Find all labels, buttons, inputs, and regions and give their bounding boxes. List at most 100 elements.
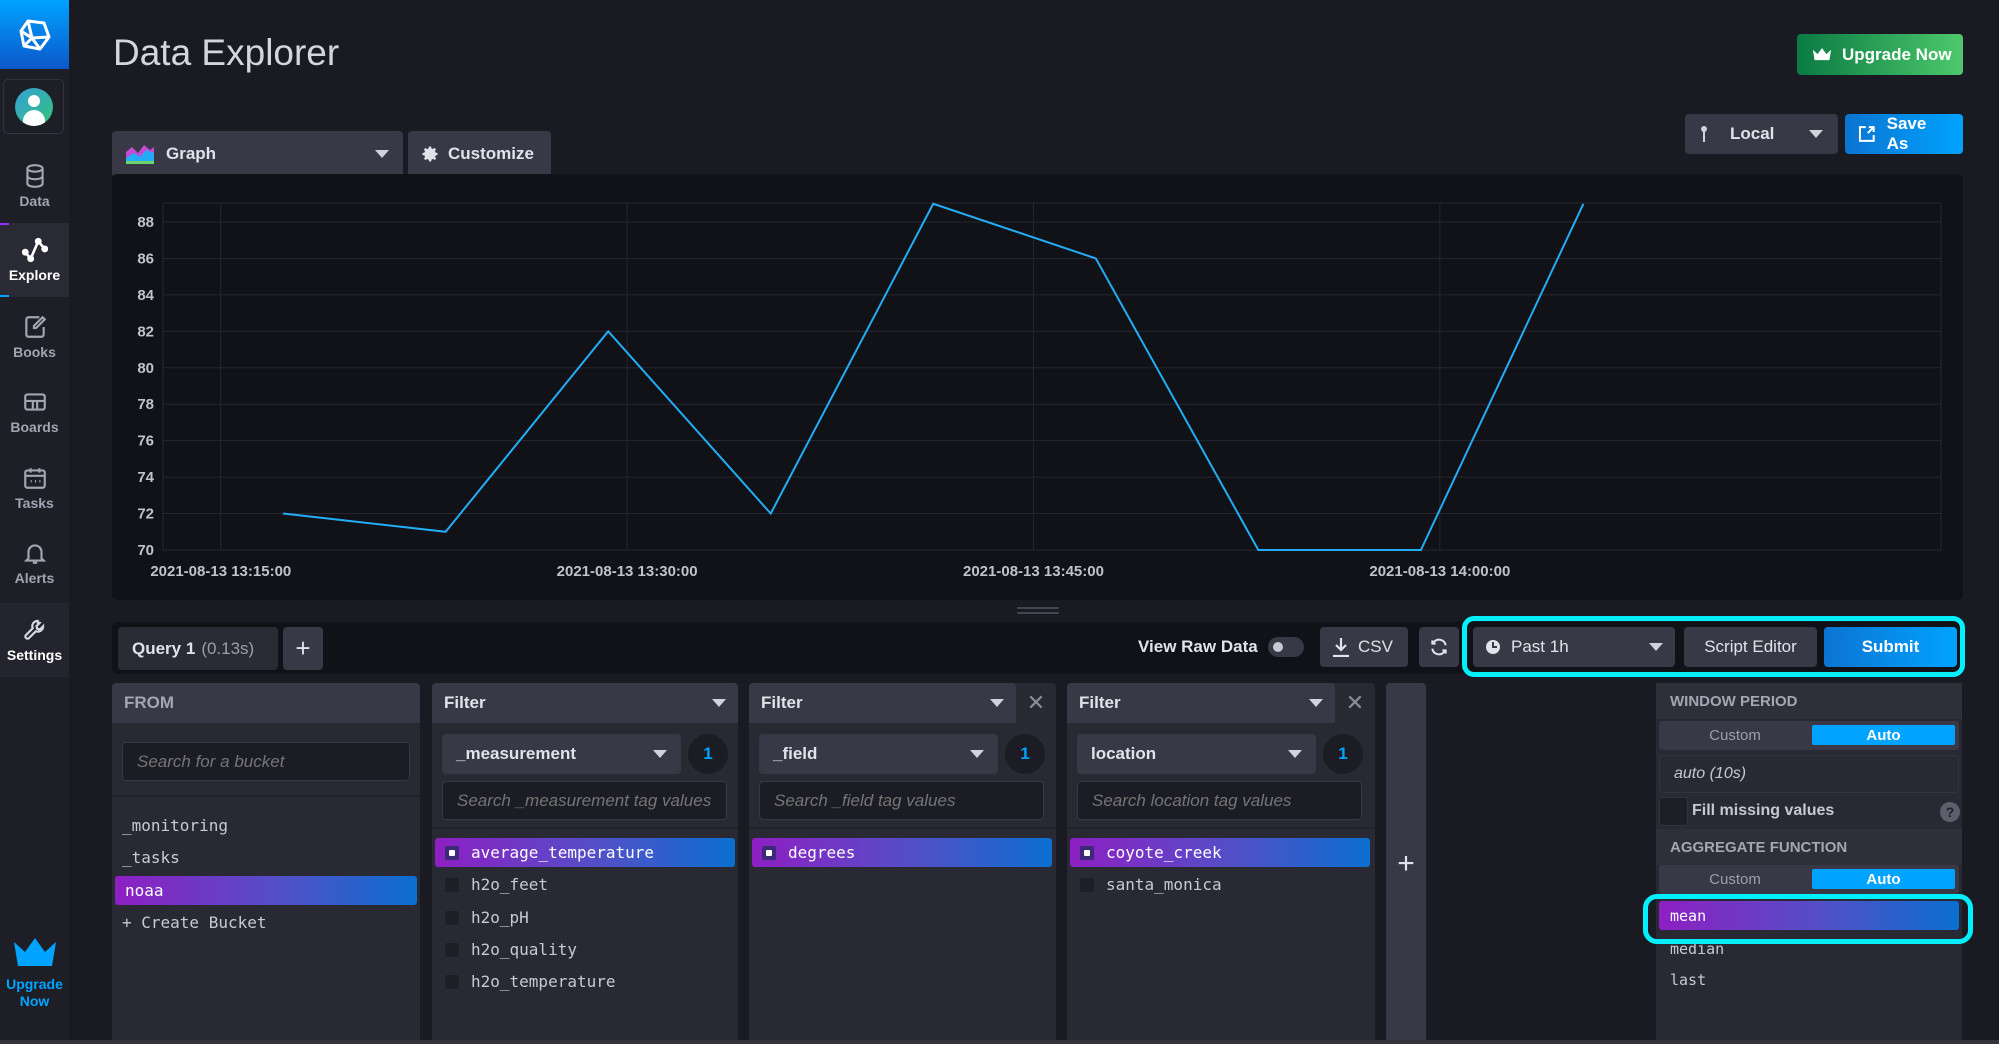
view-raw-data-toggle[interactable] <box>1268 637 1304 657</box>
sidebar-item-boards[interactable]: Boards <box>0 375 69 449</box>
sidebar-item-label: Settings <box>6 647 63 663</box>
chevron-down-icon <box>970 750 984 758</box>
sidebar-item-explore[interactable]: Explore <box>0 223 69 297</box>
tag-value-item[interactable]: coyote_creek <box>1070 838 1370 867</box>
tag-value-search-input[interactable] <box>1077 781 1362 820</box>
checkbox[interactable] <box>445 910 459 925</box>
filter-title: Filter <box>1079 693 1121 712</box>
selected-count-badge: 1 <box>1005 734 1045 774</box>
upgrade-now-label: Upgrade Now <box>1842 44 1952 64</box>
filter-function-dropdown[interactable]: Filter <box>749 683 1016 723</box>
checkbox[interactable] <box>1080 877 1094 892</box>
filter-title: Filter <box>761 693 803 712</box>
bucket-item[interactable]: _tasks <box>112 843 414 872</box>
calendar-icon <box>23 468 46 489</box>
checkbox[interactable] <box>762 845 776 860</box>
save-as-button[interactable]: Save As <box>1845 114 1963 154</box>
tag-key-dropdown[interactable]: _field <box>759 734 998 774</box>
y-tick-label: 84 <box>137 287 154 304</box>
resize-handle[interactable] <box>1017 607 1059 615</box>
graph-type-icon <box>126 145 154 164</box>
selected-count-badge: 1 <box>688 734 728 774</box>
fill-missing-label: Fill missing values <box>1692 802 1835 819</box>
export-icon <box>1858 126 1875 142</box>
close-icon[interactable]: ✕ <box>1335 683 1375 723</box>
user-avatar-button[interactable] <box>3 79 64 134</box>
from-header: FROM <box>112 683 420 723</box>
customize-button[interactable]: Customize <box>408 131 551 177</box>
tag-value-item[interactable]: h2o_feet <box>435 870 735 899</box>
pin-icon <box>1701 126 1707 142</box>
bucket-search-input[interactable] <box>122 742 410 781</box>
filter-function-dropdown[interactable]: Filter <box>432 683 738 723</box>
bucket-item-selected[interactable]: noaa <box>115 876 417 905</box>
query-tab[interactable]: Query 1 (0.13s) <box>118 627 278 670</box>
tag-value-item[interactable]: average_temperature <box>435 838 735 867</box>
window-period-input[interactable]: auto (10s) <box>1659 755 1959 793</box>
tag-value-search-input[interactable] <box>442 781 727 820</box>
tag-key-label: _measurement <box>456 744 577 763</box>
timezone-label: Local <box>1730 124 1775 143</box>
add-filter-button[interactable]: + <box>1386 683 1426 1044</box>
avatar <box>14 87 53 126</box>
refresh-icon <box>1431 638 1447 656</box>
cube-logo-icon <box>19 19 50 50</box>
x-tick-label: 2021-08-13 13:45:00 <box>963 563 1104 580</box>
tag-value-label: coyote_creek <box>1106 843 1222 862</box>
sidebar-item-settings[interactable]: Settings <box>0 603 69 677</box>
upgrade-label-2: Now <box>19 993 50 1009</box>
wrench-icon <box>23 619 44 640</box>
timezone-dropdown[interactable]: Local <box>1685 114 1838 154</box>
chevron-down-icon <box>990 699 1004 707</box>
custom-option[interactable]: Custom <box>1659 725 1811 745</box>
notebook-icon <box>24 315 46 338</box>
sidebar-item-tasks[interactable]: Tasks <box>0 451 69 525</box>
checkbox[interactable] <box>445 845 459 860</box>
filter-card: Filter ✕ location 1 coyote_creek santa_m… <box>1067 683 1375 1044</box>
tag-value-item[interactable]: degrees <box>752 838 1052 867</box>
tag-value-label: h2o_feet <box>471 875 549 894</box>
add-query-button[interactable]: + <box>283 627 323 670</box>
y-tick-label: 78 <box>137 396 154 413</box>
aggregate-function-item[interactable]: last <box>1659 965 1959 994</box>
tag-key-label: _field <box>773 744 818 763</box>
refresh-button[interactable] <box>1419 627 1459 667</box>
y-tick-label: 74 <box>137 469 154 486</box>
tag-value-item[interactable]: h2o_quality <box>435 935 735 964</box>
checkbox[interactable] <box>445 942 459 957</box>
y-tick-label: 86 <box>137 250 154 267</box>
checkbox[interactable] <box>1080 845 1094 860</box>
auto-option[interactable]: Auto <box>1812 869 1955 889</box>
tag-value-item[interactable]: h2o_pH <box>435 903 735 932</box>
bucket-item[interactable]: _monitoring <box>112 811 414 840</box>
tag-key-dropdown[interactable]: location <box>1077 734 1316 774</box>
visualization-type-dropdown[interactable]: Graph <box>112 131 403 177</box>
tag-key-dropdown[interactable]: _measurement <box>442 734 681 774</box>
x-tick-label: 2021-08-13 13:30:00 <box>557 563 698 580</box>
query-tab-name: Query 1 <box>132 638 196 658</box>
tag-value-item[interactable]: santa_monica <box>1070 870 1370 899</box>
upgrade-now-button[interactable]: Upgrade Now <box>1797 34 1963 75</box>
bell-icon <box>23 544 46 564</box>
sidebar-item-alerts[interactable]: Alerts <box>0 526 69 600</box>
sidebar-item-data[interactable]: Data <box>0 149 69 223</box>
close-icon[interactable]: ✕ <box>1016 683 1056 723</box>
help-icon[interactable]: ? <box>1940 802 1960 822</box>
filter-function-dropdown[interactable]: Filter <box>1067 683 1335 723</box>
divider <box>749 827 1056 829</box>
tag-value-item[interactable]: h2o_temperature <box>435 967 735 996</box>
sidebar-upgrade-link[interactable]: Upgrade Now <box>0 936 69 1010</box>
checkbox[interactable] <box>445 877 459 892</box>
series-line <box>282 202 1585 551</box>
create-bucket-link[interactable]: + Create Bucket <box>112 908 414 937</box>
sidebar-item-books[interactable]: Books <box>0 300 69 374</box>
fill-missing-checkbox[interactable] <box>1659 797 1688 826</box>
y-tick-label: 76 <box>137 433 154 450</box>
auto-option[interactable]: Auto <box>1812 725 1955 745</box>
csv-download-button[interactable]: CSV <box>1320 627 1408 667</box>
upgrade-label: Upgrade <box>6 976 63 992</box>
custom-option[interactable]: Custom <box>1659 869 1811 889</box>
influxdb-logo[interactable] <box>0 0 69 69</box>
checkbox[interactable] <box>445 974 459 989</box>
tag-value-search-input[interactable] <box>759 781 1044 820</box>
